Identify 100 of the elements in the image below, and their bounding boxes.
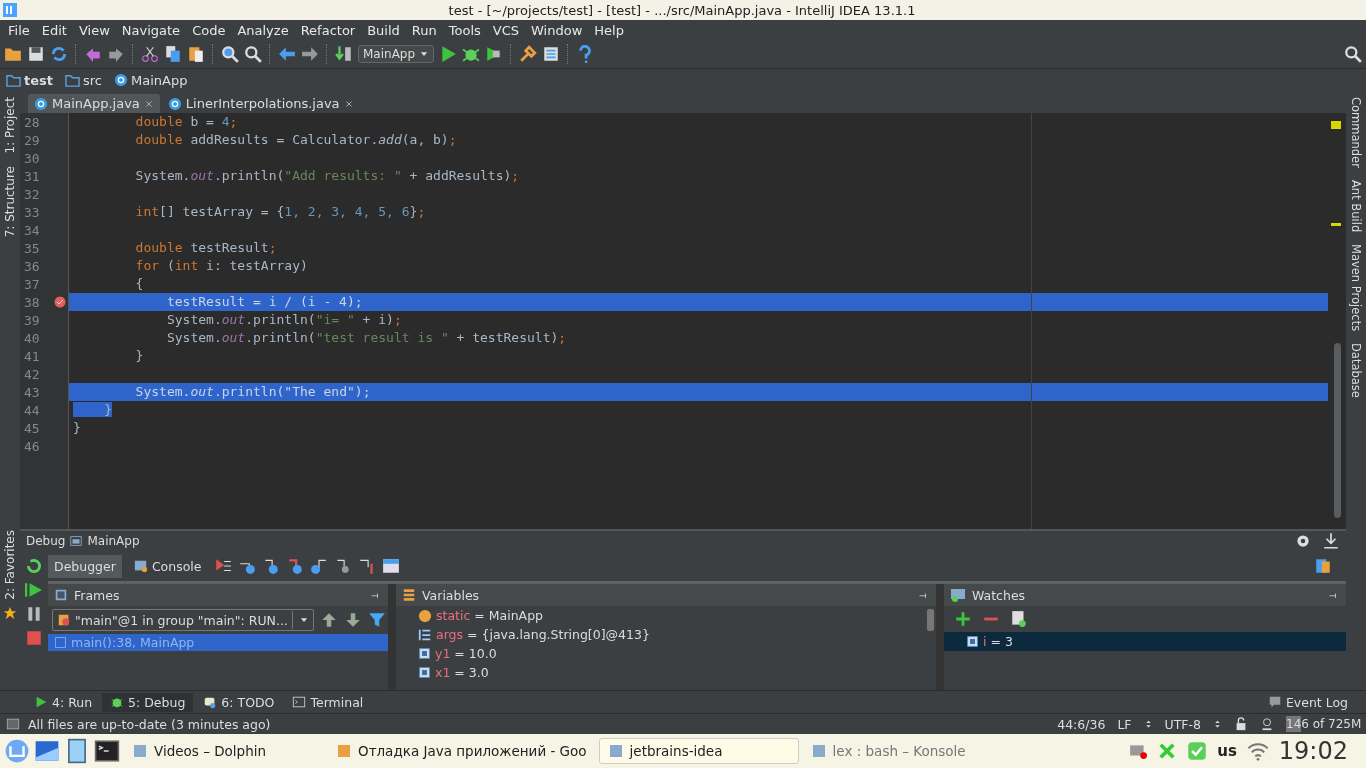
breadcrumb[interactable]: src (65, 72, 110, 88)
menu-item[interactable]: Build (361, 22, 406, 38)
chat-icon (1129, 742, 1148, 760)
menu-item[interactable]: Navigate (115, 22, 187, 38)
watch-row[interactable]: i = 3 (944, 632, 1346, 651)
terminal-icon (94, 738, 120, 764)
static-icon (418, 608, 432, 623)
thread-dropdown[interactable]: "main"@1 in group "main": RUN... (52, 609, 314, 631)
window-title: test - [~/projects/test] - [test] - .../src/MainApp.java - IntelliJ IDEA 13.1.1 (447, 2, 917, 18)
tool-window-button[interactable]: 7: Structure (3, 159, 17, 243)
line-separator-selector[interactable]: LF (1117, 716, 1132, 732)
scrollbar-thumb[interactable] (927, 609, 934, 631)
taskbar-button[interactable]: Videos – Dolphin (124, 738, 324, 764)
project-structure-icon[interactable] (542, 45, 561, 63)
tool-window-tab[interactable]: Terminal (284, 692, 372, 712)
breakpoint-icon[interactable] (54, 296, 66, 308)
menu-item[interactable]: File (2, 22, 36, 38)
tool-window-button[interactable]: Ant Build (1349, 173, 1363, 239)
layout-icon[interactable] (381, 557, 400, 575)
variable-name: y1 (435, 646, 451, 661)
tool-window-button[interactable]: 2: Favorites (3, 524, 17, 606)
stop-icon[interactable] (25, 629, 43, 647)
debugger-tab[interactable]: Debugger (48, 554, 122, 578)
taskbar-button[interactable]: jetbrains-idea (598, 738, 799, 764)
window-icon (336, 743, 352, 759)
tool-window-tab[interactable]: 4: Run (26, 692, 101, 712)
sync-icon[interactable] (50, 45, 68, 63)
menu-item[interactable]: View (72, 22, 116, 38)
keyboard-layout[interactable]: us (1217, 742, 1237, 760)
code-line: double testResult; (134, 239, 278, 257)
rerun-icon[interactable] (25, 557, 43, 575)
caret-position[interactable]: 44:6/36 (1057, 716, 1106, 732)
code-line: double addResults = Calculator.add(a, b); (134, 131, 458, 149)
tool-window-tab[interactable]: 5: Debug (102, 692, 194, 712)
memory-indicator[interactable]: 146 of 725M (1286, 716, 1360, 732)
tool-window-tab[interactable]: 6: TODO (195, 692, 283, 712)
menu-item[interactable]: Help (588, 22, 630, 38)
pause-icon[interactable] (25, 605, 43, 623)
step-out-icon[interactable] (309, 557, 328, 575)
taskbar-button[interactable]: Отладка Java приложений - Goo (328, 738, 595, 764)
replace-icon[interactable] (244, 45, 262, 63)
filter-icon[interactable] (367, 611, 386, 629)
run-configuration-dropdown[interactable]: MainApp (358, 45, 435, 63)
tool-window-button[interactable]: Maven Projects (1349, 238, 1363, 338)
copy-icon[interactable] (164, 45, 182, 63)
back-arrow-icon[interactable] (278, 45, 296, 63)
evaluate-expression-icon[interactable] (357, 557, 376, 575)
checkmark-icon (1187, 741, 1208, 761)
run-icon[interactable] (439, 45, 458, 63)
resume-icon[interactable] (25, 581, 43, 599)
taskbar-button[interactable]: lex : bash – Konsole (802, 738, 1003, 764)
line-number: 43 (24, 384, 40, 400)
open-folder-icon[interactable] (4, 45, 22, 63)
scrollbar-thumb[interactable] (1334, 343, 1341, 518)
tool-window-button[interactable]: Database (1349, 337, 1363, 405)
speech-bubble-icon (1267, 695, 1282, 709)
status-message: All files are up-to-date (3 minutes ago) (28, 716, 272, 732)
copy-watch-icon[interactable] (1010, 610, 1028, 628)
panel-title: Watches (972, 587, 1026, 603)
menu-item[interactable]: Tools (442, 22, 487, 38)
add-icon[interactable] (954, 610, 972, 628)
menu-item[interactable]: Window (525, 22, 589, 38)
warning-marker[interactable] (1331, 223, 1341, 226)
menu-item[interactable]: Run (405, 22, 443, 38)
class-icon (167, 96, 182, 111)
restore-layout-icon[interactable] (1314, 557, 1332, 575)
event-log-button[interactable]: Event Log (1261, 693, 1354, 711)
forward-arrow-icon[interactable] (301, 45, 319, 63)
window-icon (132, 743, 148, 759)
variable-name: args (436, 627, 464, 642)
menu-item[interactable]: VCS (486, 22, 526, 38)
save-icon[interactable] (27, 45, 45, 63)
code-line: int[] testArray = {1, 2, 3, 4, 5, 6}; (134, 203, 427, 221)
search-icon[interactable] (1344, 45, 1362, 63)
download-binary-icon[interactable] (335, 45, 353, 63)
menu-item[interactable]: Analyze (231, 22, 295, 38)
variable-value: = {java.lang.String[0]@413} (467, 627, 650, 642)
menu-item[interactable]: Code (186, 22, 232, 38)
debug-configuration[interactable]: MainApp (87, 534, 140, 548)
code-line: } (72, 419, 82, 437)
tool-window-button[interactable]: Commander (1349, 91, 1363, 174)
editor-tab[interactable]: MainApp.java (28, 94, 160, 113)
breadcrumb[interactable]: MainApp (113, 72, 196, 88)
menu-item[interactable]: Edit (35, 22, 73, 38)
warning-marker[interactable] (1331, 121, 1341, 129)
breadcrumb[interactable]: test (6, 72, 61, 88)
console-icon (133, 559, 148, 573)
tool-window-button[interactable]: 1: Project (3, 91, 17, 160)
encoding-selector[interactable]: UTF-8 (1164, 716, 1201, 732)
line-number: 31 (24, 168, 40, 184)
search-icon[interactable] (221, 45, 239, 63)
window-icon (69, 534, 84, 548)
cut-icon[interactable] (141, 45, 159, 63)
line-number: 46 (24, 438, 40, 454)
paste-icon[interactable] (187, 45, 205, 63)
run-icon (34, 695, 48, 709)
class-icon (113, 73, 128, 87)
folder-icon (65, 72, 80, 88)
hide-panel-icon[interactable] (1322, 532, 1340, 550)
menu-item[interactable]: Refactor (294, 22, 362, 38)
